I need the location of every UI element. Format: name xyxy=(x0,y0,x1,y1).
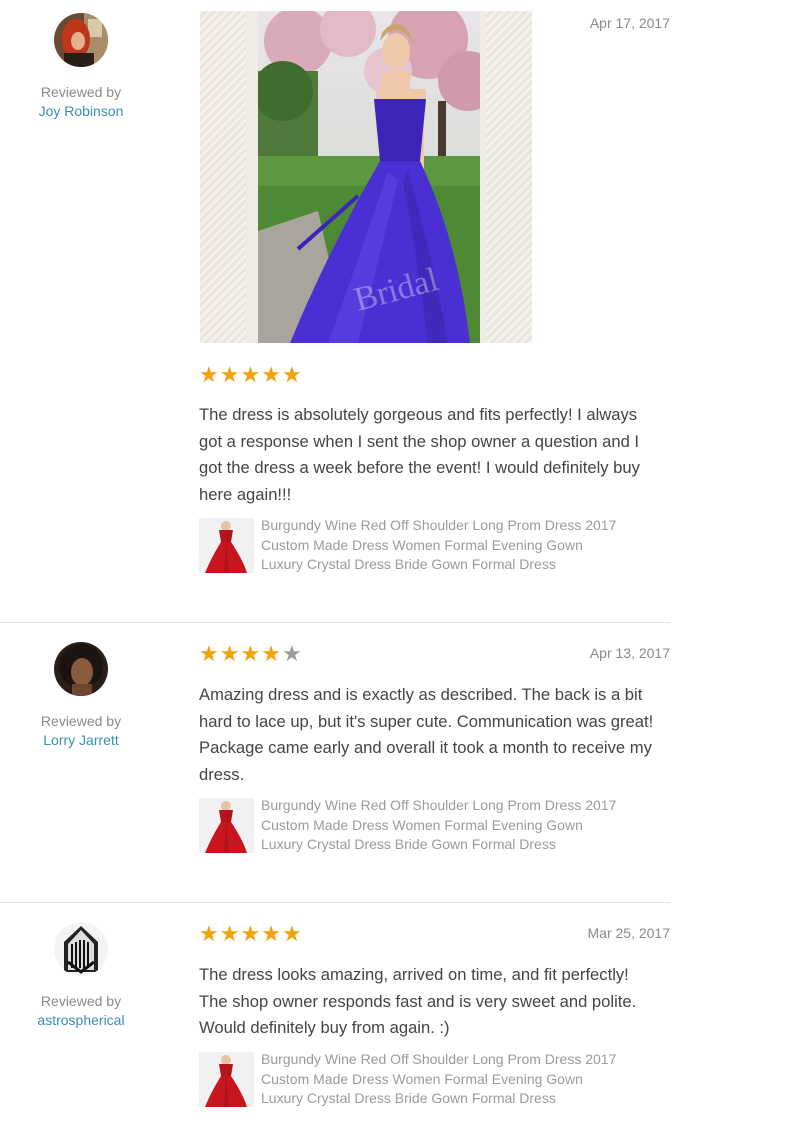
reviewed-product[interactable]: Burgundy Wine Red Off Shoulder Long Prom… xyxy=(199,1050,669,1130)
star-filled-icon: ★ xyxy=(219,362,241,387)
star-filled-icon: ★ xyxy=(219,921,241,946)
star-filled-icon: ★ xyxy=(261,641,282,666)
reviewer-name-link[interactable]: astrospherical xyxy=(20,1010,142,1030)
star-filled-icon: ★ xyxy=(261,362,282,387)
star-filled-icon: ★ xyxy=(281,921,303,946)
reviewed-product[interactable]: Burgundy Wine Red Off Shoulder Long Prom… xyxy=(199,796,669,876)
review-photo[interactable]: Bridal xyxy=(200,11,532,343)
star-filled-icon: ★ xyxy=(199,362,220,387)
reviewer-avatar[interactable] xyxy=(54,13,108,67)
star-filled-icon: ★ xyxy=(240,921,262,946)
star-filled-icon: ★ xyxy=(199,921,220,946)
star-filled-icon: ★ xyxy=(240,641,262,666)
reviewed-by-label: Reviewed by xyxy=(40,993,122,1009)
review-divider xyxy=(0,902,670,903)
reviewed-by-label: Reviewed by xyxy=(40,713,122,729)
star-filled-icon: ★ xyxy=(240,362,262,387)
product-title-link[interactable]: Burgundy Wine Red Off Shoulder Long Prom… xyxy=(261,796,626,855)
product-title-link[interactable]: Burgundy Wine Red Off Shoulder Long Prom… xyxy=(261,516,626,575)
reviewer-avatar[interactable] xyxy=(54,642,108,696)
reviewer-name-link[interactable]: Joy Robinson xyxy=(20,101,142,121)
star-filled-icon: ★ xyxy=(281,362,303,387)
reviewer-info: Reviewed by Joy Robinson xyxy=(20,13,142,121)
product-thumbnail[interactable] xyxy=(199,518,254,573)
reviewed-product[interactable]: Burgundy Wine Red Off Shoulder Long Prom… xyxy=(199,516,669,596)
star-rating: ★★★★★ xyxy=(199,364,303,386)
reviewed-by-label: Reviewed by xyxy=(40,84,122,100)
review-text: The dress is absolutely gorgeous and fit… xyxy=(199,405,640,504)
review-date: Apr 13, 2017 xyxy=(589,645,670,661)
star-filled-icon: ★ xyxy=(219,641,241,666)
reviewer-info: Reviewed by Lorry Jarrett xyxy=(20,642,142,750)
reviewer-name-link[interactable]: Lorry Jarrett xyxy=(20,730,142,750)
reviewer-info: Reviewed by astrospherical xyxy=(20,922,142,1030)
review-divider xyxy=(0,622,670,623)
product-thumbnail[interactable] xyxy=(199,1052,254,1107)
product-thumbnail[interactable] xyxy=(199,798,254,853)
product-title-link[interactable]: Burgundy Wine Red Off Shoulder Long Prom… xyxy=(261,1050,626,1109)
star-rating: ★★★★★ xyxy=(199,643,303,665)
review-text: Amazing dress and is exactly as describe… xyxy=(199,685,654,784)
star-filled-icon: ★ xyxy=(261,921,282,946)
star-filled-icon: ★ xyxy=(199,641,220,666)
reviewer-avatar[interactable] xyxy=(54,922,108,976)
review-date: Apr 17, 2017 xyxy=(589,15,670,31)
star-rating: ★★★★★ xyxy=(199,923,303,945)
review-text: The dress looks amazing, arrived on time… xyxy=(199,965,637,1037)
star-empty-icon: ★ xyxy=(281,641,303,666)
review-date: Mar 25, 2017 xyxy=(587,925,671,941)
